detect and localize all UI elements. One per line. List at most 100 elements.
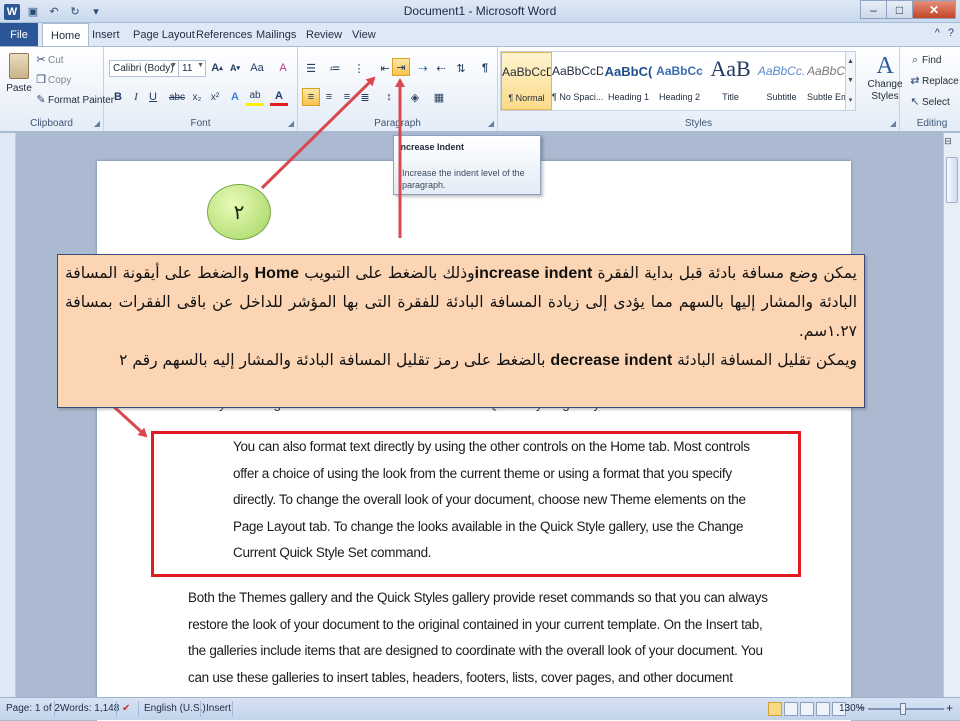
find-button[interactable]: ⌕ Find — [908, 53, 942, 67]
change-styles-button[interactable]: A Change Styles — [866, 53, 904, 103]
gallery-more-icon[interactable]: ▾ — [849, 96, 853, 104]
styles-gallery-scroll[interactable]: ▲ ▼ ▾ — [845, 52, 855, 110]
grow-font-button[interactable]: A ▴ — [208, 59, 226, 77]
styles-launcher-icon[interactable]: ◢ — [890, 119, 896, 128]
tab-view[interactable]: View — [350, 23, 378, 46]
font-color-button[interactable]: A — [270, 88, 288, 106]
paste-button[interactable]: Paste — [6, 53, 32, 109]
font-group-label: Font — [190, 118, 211, 129]
tab-references[interactable]: References — [194, 23, 254, 46]
outline-view-icon[interactable] — [816, 702, 830, 716]
clipboard-launcher-icon[interactable]: ◢ — [94, 119, 100, 128]
status-separator — [200, 701, 201, 717]
web-layout-view-icon[interactable] — [800, 702, 814, 716]
text-effects-button[interactable]: A — [226, 88, 244, 106]
bold-button[interactable]: B — [109, 88, 127, 106]
print-layout-view-icon[interactable] — [768, 702, 782, 716]
help-icon[interactable]: ? — [948, 27, 954, 39]
scrollbar-thumb[interactable] — [946, 157, 958, 203]
close-button[interactable]: ✕ — [912, 0, 956, 19]
numbering-button[interactable]: ≔ — [326, 59, 344, 77]
align-left-button[interactable]: ≡ — [302, 88, 320, 106]
zoom-out-icon[interactable]: − — [858, 701, 865, 715]
proofing-icon[interactable]: ✔ — [122, 703, 130, 714]
cut-label: Cut — [48, 54, 64, 66]
zoom-in-icon[interactable]: + — [946, 701, 953, 715]
change-case-button[interactable]: Aa — [248, 59, 266, 77]
style-subtle-emphasis[interactable]: AaBbCcDc Subtle Em... — [807, 52, 845, 110]
window-controls: – □ ✕ — [860, 0, 956, 20]
minimize-ribbon-icon[interactable]: ^ — [935, 27, 940, 39]
zoom-slider[interactable] — [868, 708, 944, 710]
format-painter-button[interactable]: ✎ Format Painter — [34, 93, 114, 107]
font-size-combo[interactable]: 11 ▼ — [178, 60, 206, 77]
tab-file[interactable]: File — [0, 23, 38, 46]
justify-button[interactable]: ≣ — [356, 88, 374, 106]
sort-icon: ⇅ — [456, 62, 466, 75]
style-subtitle[interactable]: AaBbCc. Subtitle — [756, 52, 807, 110]
show-marks-button[interactable]: ¶ — [476, 59, 494, 77]
chevron-down-icon[interactable]: ▼ — [847, 77, 854, 84]
align-right-button[interactable]: ≡ — [338, 88, 356, 106]
ltr-direction-button[interactable]: ⇢ — [414, 59, 432, 77]
shading-button[interactable]: ◈ — [406, 88, 424, 106]
callout-text-line3-c: بالضغط على رمز تقليل المسافة البادئة وال… — [119, 351, 551, 369]
strikethrough-button[interactable]: abc — [168, 88, 186, 106]
minimize-button[interactable]: – — [860, 0, 887, 19]
line-spacing-button[interactable]: ↕ — [380, 88, 398, 106]
tab-home[interactable]: Home — [42, 23, 90, 47]
style-title[interactable]: AaB Title — [705, 52, 756, 110]
tab-mailings[interactable]: Mailings — [254, 23, 298, 46]
maximize-button[interactable]: □ — [886, 0, 913, 19]
bullets-button[interactable]: ☰ — [302, 59, 320, 77]
select-button[interactable]: ↖ Select — [908, 95, 949, 109]
callout-term-decrease-indent: decrease indent — [550, 352, 673, 369]
insert-mode-indicator[interactable]: Insert — [206, 703, 231, 714]
full-screen-reading-view-icon[interactable] — [784, 702, 798, 716]
borders-button[interactable]: ▦ — [430, 88, 448, 106]
font-launcher-icon[interactable]: ◢ — [288, 119, 294, 128]
status-bar: Page: 1 of 2 Words: 1,148 ✔ English (U.S… — [0, 697, 960, 720]
underline-button[interactable]: U — [144, 88, 162, 106]
italic-button[interactable]: I — [127, 88, 145, 106]
clipboard-group-label: Clipboard — [30, 118, 73, 129]
title-bar: W ▣ ↶ ↻ ▾ Document1 - Microsoft Word – □… — [0, 0, 960, 23]
language-indicator[interactable]: English (U.S.) — [144, 703, 206, 714]
superscript-button[interactable]: x² — [206, 88, 224, 106]
callout-text-c: وذلك بالضغط على التبويب — [299, 264, 475, 282]
style-name: Title — [722, 92, 739, 102]
vertical-scrollbar[interactable] — [943, 133, 960, 697]
word-count[interactable]: Words: 1,148 — [60, 703, 119, 714]
tab-review[interactable]: Review — [304, 23, 344, 46]
tab-page-layout[interactable]: Page Layout — [131, 23, 197, 46]
style-normal[interactable]: AaBbCcDc ¶ Normal — [501, 52, 552, 110]
font-name-combo[interactable]: Calibri (Body) ▼ — [109, 60, 179, 77]
sort-button[interactable]: ⇅ — [452, 59, 470, 77]
callout-term-increase-indent: increase indent — [474, 265, 593, 282]
style-no-spacing[interactable]: AaBbCcDc ¶ No Spaci... — [552, 52, 603, 110]
borders-icon: ▦ — [433, 91, 445, 104]
chevron-up-icon[interactable]: ▲ — [847, 58, 854, 65]
highlight-button[interactable]: ab — [246, 88, 264, 106]
rtl-direction-button[interactable]: ⇠ — [432, 59, 450, 77]
tab-insert[interactable]: Insert — [90, 23, 122, 46]
ruler-toggle-icon[interactable]: ⊟ — [940, 136, 956, 150]
style-heading-1[interactable]: AaBbC( Heading 1 — [603, 52, 654, 110]
page-count[interactable]: Page: 1 of 2 — [6, 703, 60, 714]
increase-indent-button[interactable]: ⇥ — [392, 58, 410, 76]
replace-button[interactable]: ⇄ Replace — [908, 74, 958, 88]
shrink-font-button[interactable]: A ▾ — [226, 59, 244, 77]
ribbon-tab-bar: File Home Insert Page Layout References … — [0, 23, 960, 47]
subscript-button[interactable]: x₂ — [188, 88, 206, 106]
zoom-slider-thumb[interactable] — [900, 703, 906, 715]
copy-button[interactable]: ❐ Copy — [34, 73, 71, 87]
style-heading-2[interactable]: AaBbCc Heading 2 — [654, 52, 705, 110]
pilcrow-icon: ¶ — [481, 62, 489, 74]
align-center-button[interactable]: ≡ — [320, 88, 338, 106]
paragraph-launcher-icon[interactable]: ◢ — [488, 119, 494, 128]
clear-formatting-button[interactable]: A — [274, 59, 292, 77]
callout-text-a: يمكن وضع مسافة بادئة قبل بداية الفقرة — [592, 264, 857, 282]
right-to-left-icon: ⇠ — [436, 62, 446, 75]
cut-button[interactable]: ✂ Cut — [34, 53, 64, 67]
multilevel-list-button[interactable]: ⋮ — [350, 59, 368, 77]
